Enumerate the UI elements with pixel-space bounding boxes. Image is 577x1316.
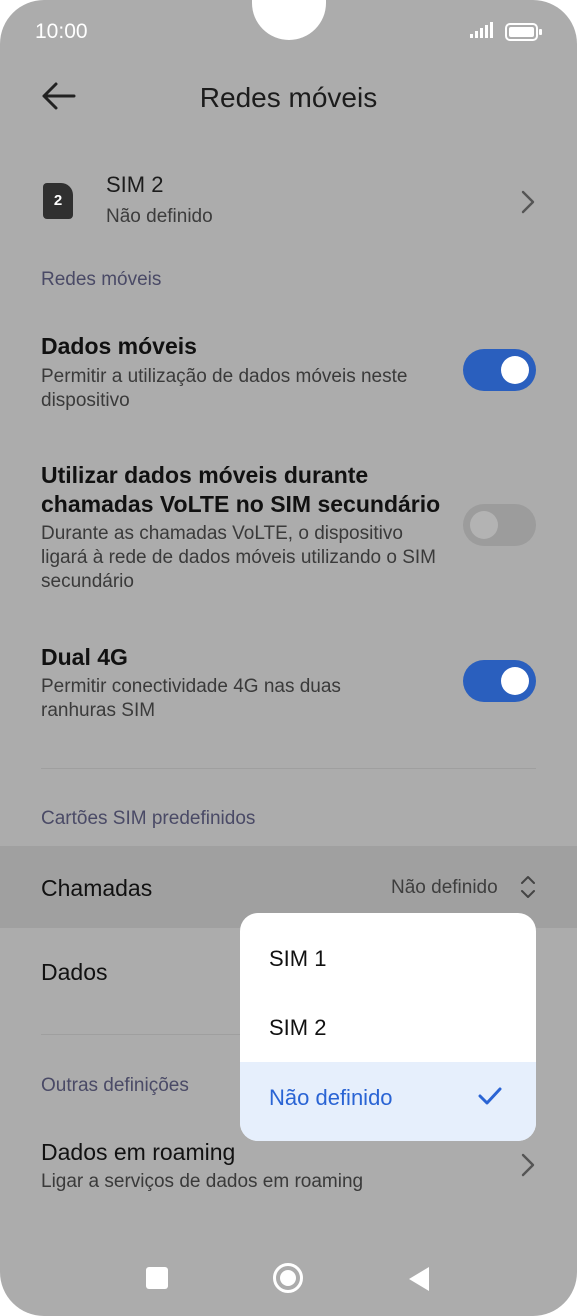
section-header-mobile-networks: Redes móveis: [41, 269, 162, 290]
mobile-data-subtitle: Permitir a utilização de dados móveis ne…: [41, 366, 408, 411]
dropdown-option-sim2[interactable]: SIM 2: [240, 993, 536, 1061]
chevron-right-icon: [521, 190, 535, 214]
navigation-bar: [0, 1240, 577, 1316]
back-triangle-icon[interactable]: [407, 1265, 431, 1293]
toggle-knob: [501, 667, 529, 695]
sim-card-icon: 2: [43, 183, 73, 219]
sim-item-subtitle: Não definido: [106, 206, 213, 227]
dropdown-option-not-defined[interactable]: Não definido: [240, 1062, 536, 1141]
recent-apps-icon[interactable]: [146, 1267, 168, 1289]
dual-4g-toggle[interactable]: [463, 660, 536, 702]
volte-data-subtitle: Durante as chamadas VoLTE, o dispositivo…: [41, 523, 437, 592]
toggle-knob: [501, 356, 529, 384]
battery-icon: [505, 23, 542, 41]
divider: [41, 768, 536, 769]
status-bar: 10:00: [0, 0, 577, 60]
dual-4g-subtitle: Permitir conectividade 4G nas duas ranhu…: [41, 676, 341, 721]
roaming-subtitle: Ligar a serviços de dados em roaming: [41, 1171, 364, 1192]
section-header-default-sims: Cartões SIM predefinidos: [41, 808, 256, 829]
sim-select-dropdown: SIM 1 SIM 2 Não definido: [240, 913, 536, 1141]
divider: [41, 1034, 241, 1035]
page-title: Redes móveis: [199, 82, 378, 113]
section-header-other-settings: Outras definições: [41, 1075, 189, 1096]
toggle-knob: [470, 511, 498, 539]
chevron-right-icon: [521, 1153, 535, 1177]
dual-4g-title: Dual 4G: [41, 644, 128, 670]
calls-title: Chamadas: [41, 875, 153, 901]
mobile-data-toggle[interactable]: [463, 349, 536, 391]
calls-value: Não definido: [391, 877, 498, 898]
option-label: SIM 2: [269, 1015, 327, 1040]
phone-screen: 10:00 Redes móveis 2 SIM 2 Não definido …: [0, 0, 577, 1316]
option-label: SIM 1: [269, 946, 327, 971]
camera-notch: [252, 0, 326, 40]
sim-item-title: SIM 2: [106, 172, 164, 197]
signal-icon: [470, 22, 493, 38]
dropdown-option-sim1[interactable]: SIM 1: [240, 924, 536, 992]
roaming-title: Dados em roaming: [41, 1139, 236, 1165]
data-title: Dados: [41, 959, 108, 985]
volte-data-title: Utilizar dados móveis durante chamadas V…: [41, 462, 441, 517]
check-icon: [478, 1087, 502, 1105]
volte-data-toggle[interactable]: [463, 504, 536, 546]
mobile-data-title: Dados móveis: [41, 333, 197, 359]
status-time: 10:00: [35, 20, 88, 43]
option-label: Não definido: [269, 1085, 393, 1110]
up-down-chevron-icon: [521, 876, 535, 898]
home-icon[interactable]: [272, 1262, 304, 1294]
